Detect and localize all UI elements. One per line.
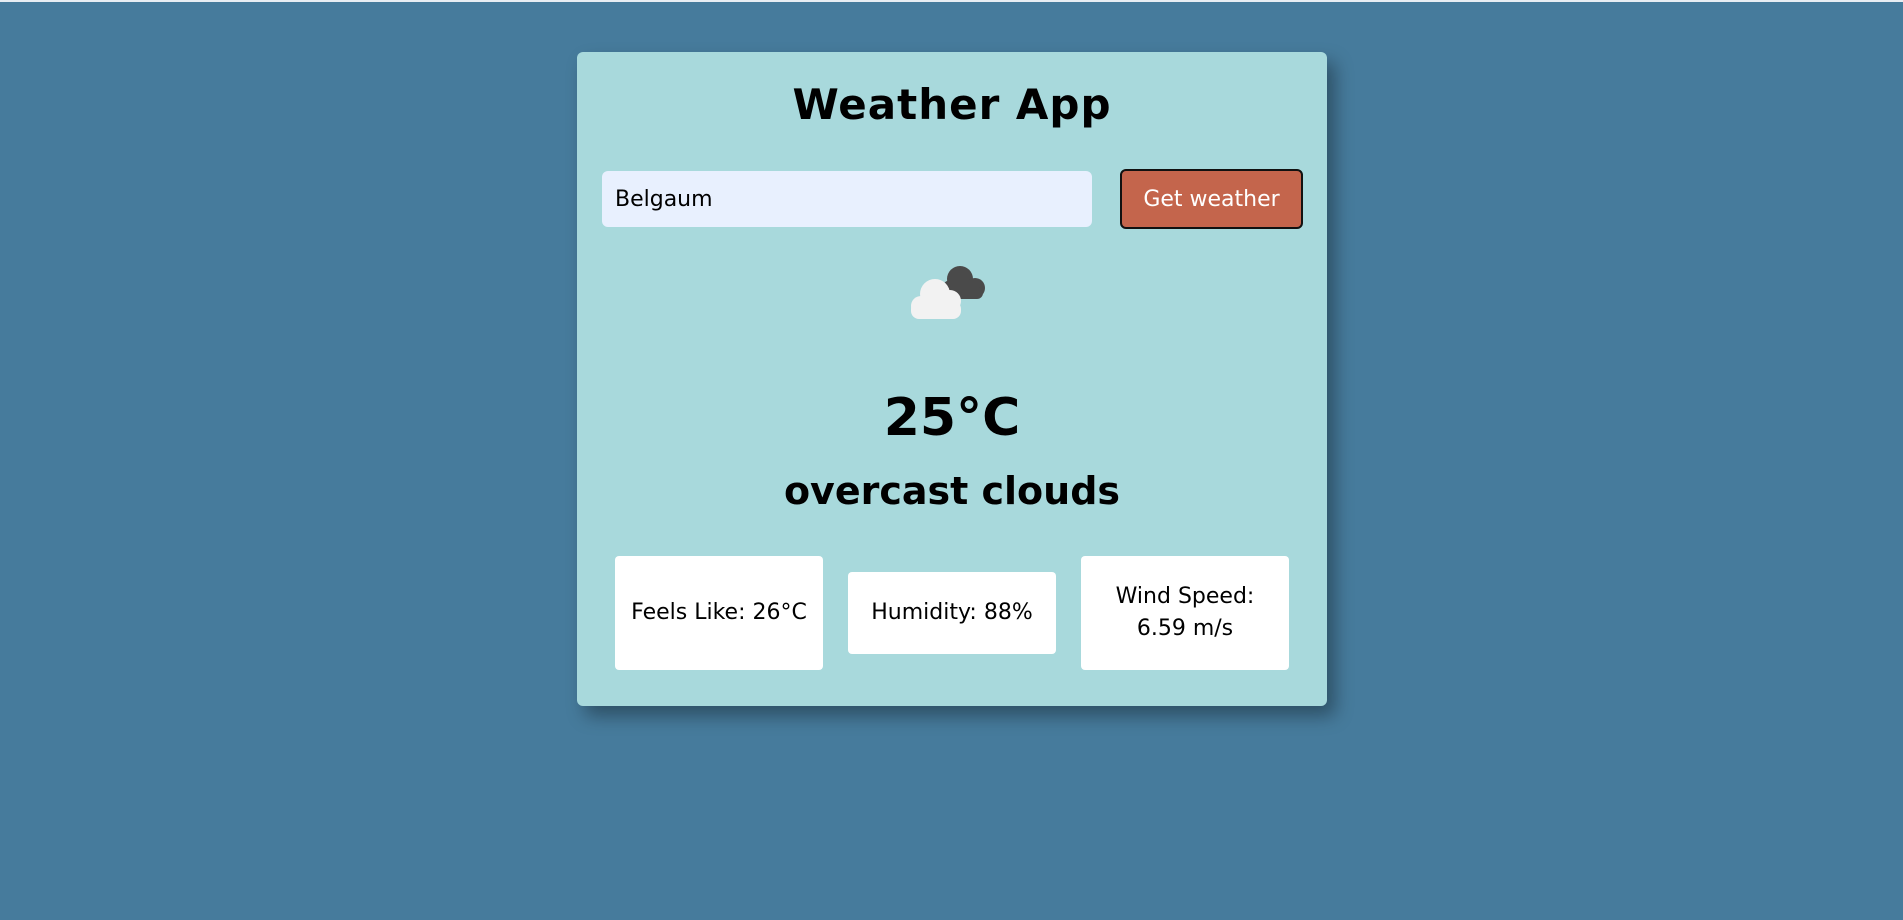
- weather-card: Weather App Get weather 25°C overcast cl…: [577, 52, 1327, 706]
- humidity-text: Humidity: 88%: [871, 600, 1033, 625]
- feels-like-card: Feels Like: 26°C: [615, 556, 823, 670]
- window-top-edge: [0, 0, 1903, 2]
- app-title: Weather App: [792, 80, 1112, 129]
- humidity-card: Humidity: 88%: [848, 572, 1056, 654]
- temperature: 25°C: [883, 388, 1021, 448]
- wind-speed-text: Wind Speed: 6.59 m/s: [1115, 584, 1255, 641]
- city-input[interactable]: [602, 171, 1092, 227]
- weather-description: overcast clouds: [783, 469, 1121, 513]
- feels-like-text: Feels Like: 26°C: [631, 600, 807, 625]
- overcast-clouds-icon: [911, 266, 985, 319]
- get-weather-button[interactable]: Get weather: [1120, 169, 1303, 229]
- wind-speed-card: Wind Speed: 6.59 m/s: [1081, 556, 1289, 670]
